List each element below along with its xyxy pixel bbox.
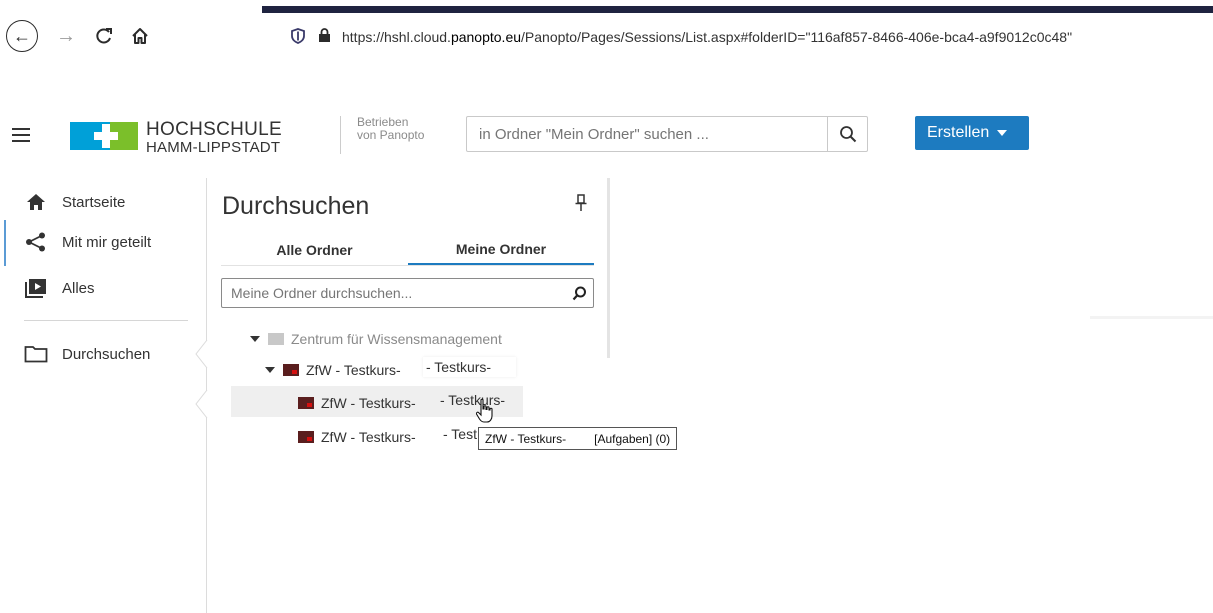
address-bar[interactable]: https://hshl.cloud.panopto.eu/Panopto/Pa… — [290, 24, 1213, 50]
expand-triangle-icon[interactable] — [250, 336, 260, 342]
reload-icon — [96, 28, 112, 44]
tree-item-zfw-testkurs-child[interactable]: ZfW - Testkurs- — [298, 426, 416, 448]
search-box — [466, 116, 868, 152]
tree-label-overflow: - Test — [440, 424, 480, 444]
tab-my-folders[interactable]: Meine Ordner — [408, 234, 594, 266]
folder-search-button[interactable] — [565, 286, 593, 301]
caret-down-icon — [997, 130, 1008, 136]
tree-label-overflow: - Testkurs- — [437, 390, 509, 410]
panel-scrollbar[interactable] — [607, 178, 610, 358]
folder-icon — [298, 431, 314, 443]
window-titlebar-strip — [262, 6, 1213, 13]
forward-button[interactable]: → — [50, 20, 82, 52]
tree-item-label: ZfW - Testkurs- — [306, 362, 401, 378]
tooltip-folder-suffix: [Aufgaben] (0) — [594, 431, 671, 446]
logo-mark-icon — [70, 122, 138, 150]
sidebar-item-durchsuchen[interactable]: Durchsuchen — [24, 342, 150, 366]
tab-all-folders[interactable]: Alle Ordner — [221, 234, 408, 266]
url-domain: panopto.eu — [450, 29, 522, 45]
url-path: /Panopto/Pages/Sessions/List.aspx#folder… — [521, 29, 1073, 45]
logo-name-line2: HAMM-LIPPSTADT — [146, 139, 281, 156]
url-text[interactable]: https://hshl.cloud.panopto.eu/Panopto/Pa… — [342, 29, 1072, 45]
home-icon — [132, 28, 148, 44]
sidebar-item-label: Alles — [62, 279, 95, 297]
app-header: HOCHSCHULE HAMM-LIPPSTADT Betrieben von … — [0, 108, 1213, 162]
sidebar-item-shared[interactable]: Mit mir geteilt — [24, 230, 151, 254]
sidebar-item-alles[interactable]: Alles — [24, 276, 95, 300]
powered-line2: von Panopto — [357, 128, 425, 142]
logo-name-line1: HOCHSCHULE — [146, 119, 283, 140]
folder-tooltip: ZfW - Testkurs- [Aufgaben] (0) — [478, 427, 678, 450]
back-arrow-icon: ← — [13, 25, 31, 46]
tree-item-label: ZfW - Testkurs- — [321, 429, 416, 445]
pin-icon[interactable] — [574, 194, 588, 212]
search-icon — [572, 286, 586, 300]
sidebar-item-startseite[interactable]: Startseite — [24, 190, 125, 214]
menu-icon[interactable] — [12, 128, 30, 142]
expand-triangle-icon[interactable] — [265, 367, 275, 373]
search-input[interactable] — [467, 117, 827, 151]
browse-title: Durchsuchen — [222, 192, 370, 220]
sidebar: Startseite Mit mir geteilt Alles Durchsu… — [0, 178, 206, 613]
play-icon — [24, 278, 48, 298]
browser-toolbar: ← → https://hshl.cloud.panopto.eu/Panopt… — [0, 0, 1213, 82]
content-edge — [1090, 316, 1213, 319]
reload-button[interactable] — [88, 20, 120, 52]
folder-search-input[interactable] — [222, 285, 565, 301]
sidebar-divider — [24, 320, 188, 321]
tree-item-label: ZfW - Testkurs- — [321, 395, 416, 411]
tree-item-zentrum[interactable]: Zentrum für Wissensmanagement — [250, 328, 502, 350]
tree-item-zfw-testkurs[interactable]: ZfW - Testkurs- — [265, 359, 401, 381]
sidebar-item-label: Durchsuchen — [62, 345, 151, 363]
forward-arrow-icon: → — [56, 24, 76, 47]
create-button-label: Erstellen — [927, 124, 990, 141]
tabs-underline — [221, 265, 594, 266]
tree-label-overflow: - Testkurs- — [423, 357, 517, 377]
home-button[interactable] — [124, 20, 156, 52]
search-button[interactable] — [827, 117, 867, 151]
sidebar-item-label: Startseite — [62, 193, 126, 211]
folder-icon — [298, 397, 314, 409]
share-icon — [24, 232, 48, 252]
tree-item-label: Zentrum für Wissensmanagement — [291, 331, 502, 347]
university-logo[interactable]: HOCHSCHULE HAMM-LIPPSTADT — [70, 119, 300, 159]
create-button[interactable]: Erstellen — [915, 116, 1029, 150]
back-button[interactable]: ← — [6, 20, 38, 52]
panel-pointer-notch — [195, 390, 208, 418]
folder-icon — [283, 364, 299, 376]
sidebar-active-indicator — [4, 220, 6, 266]
sidebar-item-label: Mit mir geteilt — [62, 233, 152, 251]
search-icon — [839, 126, 856, 143]
tracking-protection-shield-icon[interactable] — [290, 27, 306, 47]
home-icon — [24, 193, 48, 211]
hand-pointer-cursor-icon — [475, 398, 493, 423]
powered-by-panopto[interactable]: Betrieben von Panopto — [340, 116, 424, 154]
tree-item-zfw-testkurs-child[interactable]: ZfW - Testkurs- — [298, 392, 416, 414]
url-prefix: https://hshl.cloud. — [342, 29, 451, 45]
lock-icon[interactable] — [318, 28, 332, 46]
folder-search-box — [221, 278, 594, 308]
folder-outline-icon — [24, 345, 48, 363]
tooltip-folder-name: ZfW - Testkurs- — [485, 431, 567, 446]
folder-icon — [268, 333, 284, 345]
